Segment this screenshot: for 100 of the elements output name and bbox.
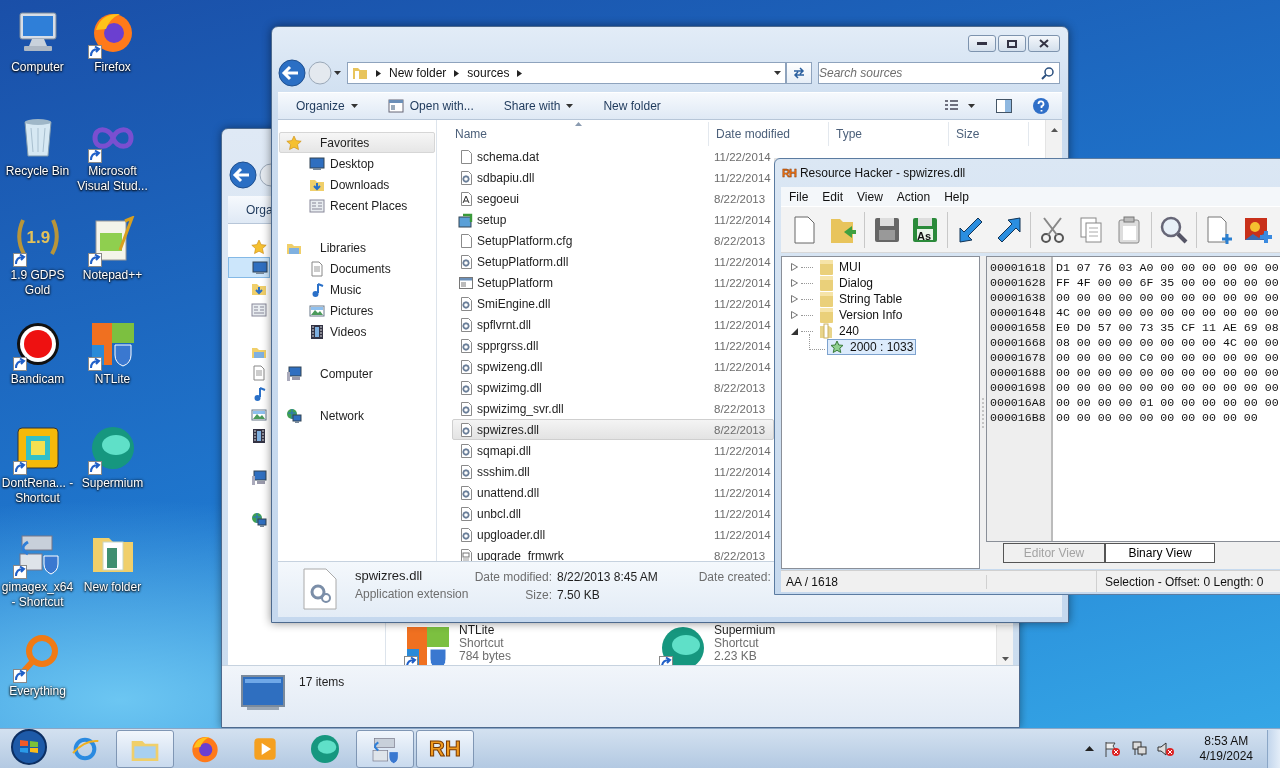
hex-offset: 000016B8 <box>990 410 1046 425</box>
refresh-button[interactable] <box>786 62 812 84</box>
sidebar-item[interactable]: Music <box>279 279 435 300</box>
sidebar-item[interactable]: Desktop <box>279 153 435 174</box>
file-row[interactable]: upgloader.dll 11/22/2014 <box>452 524 774 545</box>
file-row[interactable]: SetupPlatform.dll 11/22/2014 <box>452 251 774 272</box>
file-date: 11/22/2014 <box>714 318 771 331</box>
minimize-button[interactable] <box>968 35 996 52</box>
sidebar-item[interactable]: Computer <box>279 363 435 384</box>
file-row[interactable]: SetupPlatform 11/22/2014 <box>452 272 774 293</box>
hex-offset: 00001688 <box>990 365 1046 380</box>
sidebar-item[interactable]: Recent Places <box>279 195 435 216</box>
tab[interactable]: Binary View <box>1105 543 1215 563</box>
file-row[interactable]: spwizeng.dll 11/22/2014 <box>452 356 774 377</box>
column-header[interactable]: Type <box>836 127 862 141</box>
up-caret-icon[interactable] <box>1084 746 1094 751</box>
sidebar-item[interactable]: Documents <box>279 258 435 279</box>
file-row[interactable]: unbcl.dll 11/22/2014 <box>452 503 774 524</box>
file-row[interactable]: spwizres.dll 8/22/2013 <box>452 419 774 440</box>
laurel-branch-icon[interactable] <box>15 218 27 256</box>
tree-item[interactable]: MUI <box>816 259 864 275</box>
file-row[interactable]: schema.dat 11/22/2014 <box>452 146 774 167</box>
file-row[interactable]: sdbapiu.dll 11/22/2014 <box>452 167 774 188</box>
sidebar-item[interactable]: Pictures <box>279 300 435 321</box>
scrollbar[interactable] <box>996 625 1013 665</box>
file-row[interactable]: spprgrss.dll 11/22/2014 <box>452 335 774 356</box>
start-button[interactable] <box>8 728 50 766</box>
item-name[interactable]: Supermium <box>714 624 776 637</box>
maximize-button[interactable] <box>998 35 1026 52</box>
tree-item[interactable]: String Table <box>816 291 906 307</box>
icon-label[interactable]: Recycle Bin <box>0 164 75 179</box>
icon-label[interactable]: Firefox <box>75 60 150 75</box>
taskbar-button[interactable] <box>116 729 174 768</box>
detail-value: 8/22/2013 8:45 AM <box>557 570 658 584</box>
toolbar-button[interactable]: Organize <box>296 99 358 113</box>
breadcrumb-item[interactable]: sources <box>467 66 510 80</box>
view-options-icon[interactable] <box>944 99 976 113</box>
file-row[interactable]: spwizimg_svr.dll 8/22/2013 <box>452 398 774 419</box>
menu-item[interactable]: View <box>850 189 890 204</box>
toolbar-button[interactable]: Open with... <box>387 99 474 113</box>
toolbar-button[interactable]: Share with <box>503 99 574 113</box>
column-header[interactable]: Name <box>455 127 487 141</box>
sidebar-item[interactable]: Favorites <box>279 132 435 153</box>
icon-label[interactable]: Notepad++ <box>75 268 150 283</box>
flag-icon[interactable] <box>1102 740 1121 757</box>
column-header[interactable]: Size <box>956 127 980 141</box>
file-row[interactable]: segoeui 8/22/2013 <box>452 188 774 209</box>
icon-label[interactable]: Supermium <box>75 476 150 491</box>
breadcrumb-item[interactable]: New folder <box>389 66 447 80</box>
menu-item[interactable]: Action <box>889 189 938 204</box>
computer-icon <box>251 469 267 486</box>
hex-offset: 00001658 <box>990 320 1046 335</box>
file-date: 8/22/2013 <box>714 402 766 415</box>
star-icon <box>251 238 267 255</box>
file-row[interactable]: ssshim.dll 11/22/2014 <box>452 461 774 482</box>
item-name[interactable]: NTLite <box>459 624 512 637</box>
toolbar-button[interactable]: New folder <box>603 99 661 113</box>
tree-item[interactable]: Dialog <box>816 275 877 291</box>
preview-pane-icon[interactable] <box>996 99 1012 113</box>
icon-label[interactable]: Microsoft Visual Stud... <box>75 164 150 194</box>
icon-label[interactable]: Bandicam <box>0 372 75 387</box>
expand-arrow-icon[interactable] <box>791 327 798 335</box>
file-row[interactable]: SmiEngine.dll 11/22/2014 <box>452 293 774 314</box>
tree-item[interactable]: 240 <box>816 323 863 339</box>
back-button[interactable] <box>278 59 306 87</box>
tree-item[interactable]: 2000 : 1033 <box>827 339 917 355</box>
help-icon[interactable] <box>1032 97 1050 115</box>
taskbar-button[interactable] <box>356 729 414 768</box>
back-button[interactable] <box>229 161 257 189</box>
file-name: upgloader.dll <box>476 527 547 542</box>
speaker-muted-icon[interactable] <box>1156 740 1175 757</box>
menu-item[interactable]: File <box>782 189 816 204</box>
sidebar-item[interactable]: Network <box>279 405 435 426</box>
file-row[interactable]: spwizimg.dll 8/22/2013 <box>452 377 774 398</box>
menu-item[interactable]: Help <box>937 189 976 204</box>
sphere-icon[interactable] <box>309 732 341 765</box>
file-row[interactable]: spflvrnt.dll 11/22/2014 <box>452 314 774 335</box>
file-name: sdbapiu.dll <box>476 170 536 185</box>
icon-label[interactable]: Computer <box>0 60 75 75</box>
network-icon <box>251 511 267 528</box>
sidebar-item[interactable]: Videos <box>279 321 435 342</box>
sidebar-item[interactable] <box>228 257 270 278</box>
clock-date[interactable]: 4/19/2024 <box>1199 748 1253 764</box>
file-row[interactable]: unattend.dll 11/22/2014 <box>452 482 774 503</box>
file-row[interactable]: sqmapi.dll 11/22/2014 <box>452 440 774 461</box>
clock-time[interactable]: 8:53 AM <box>1204 733 1249 749</box>
network-icon[interactable] <box>1129 740 1148 757</box>
menu-item[interactable]: Edit <box>815 189 851 204</box>
tree-item[interactable]: Version Info <box>816 307 906 323</box>
icon-label[interactable]: 1.9 GDPS Gold <box>0 268 75 298</box>
file-row[interactable]: SetupPlatform.cfg 8/22/2013 <box>452 230 774 251</box>
scrollbar[interactable] <box>1045 120 1062 158</box>
sidebar-item[interactable]: Downloads <box>279 174 435 195</box>
save-as-button[interactable]: As <box>909 213 941 246</box>
column-header[interactable]: Date modified <box>716 127 791 141</box>
file-row[interactable]: setup 11/22/2014 <box>452 209 774 230</box>
icon-label[interactable]: NTLite <box>75 372 150 387</box>
sidebar-item[interactable]: Libraries <box>279 237 435 258</box>
close-button[interactable] <box>1028 35 1060 52</box>
icon-label[interactable]: DontRena... - Shortcut <box>0 476 75 506</box>
